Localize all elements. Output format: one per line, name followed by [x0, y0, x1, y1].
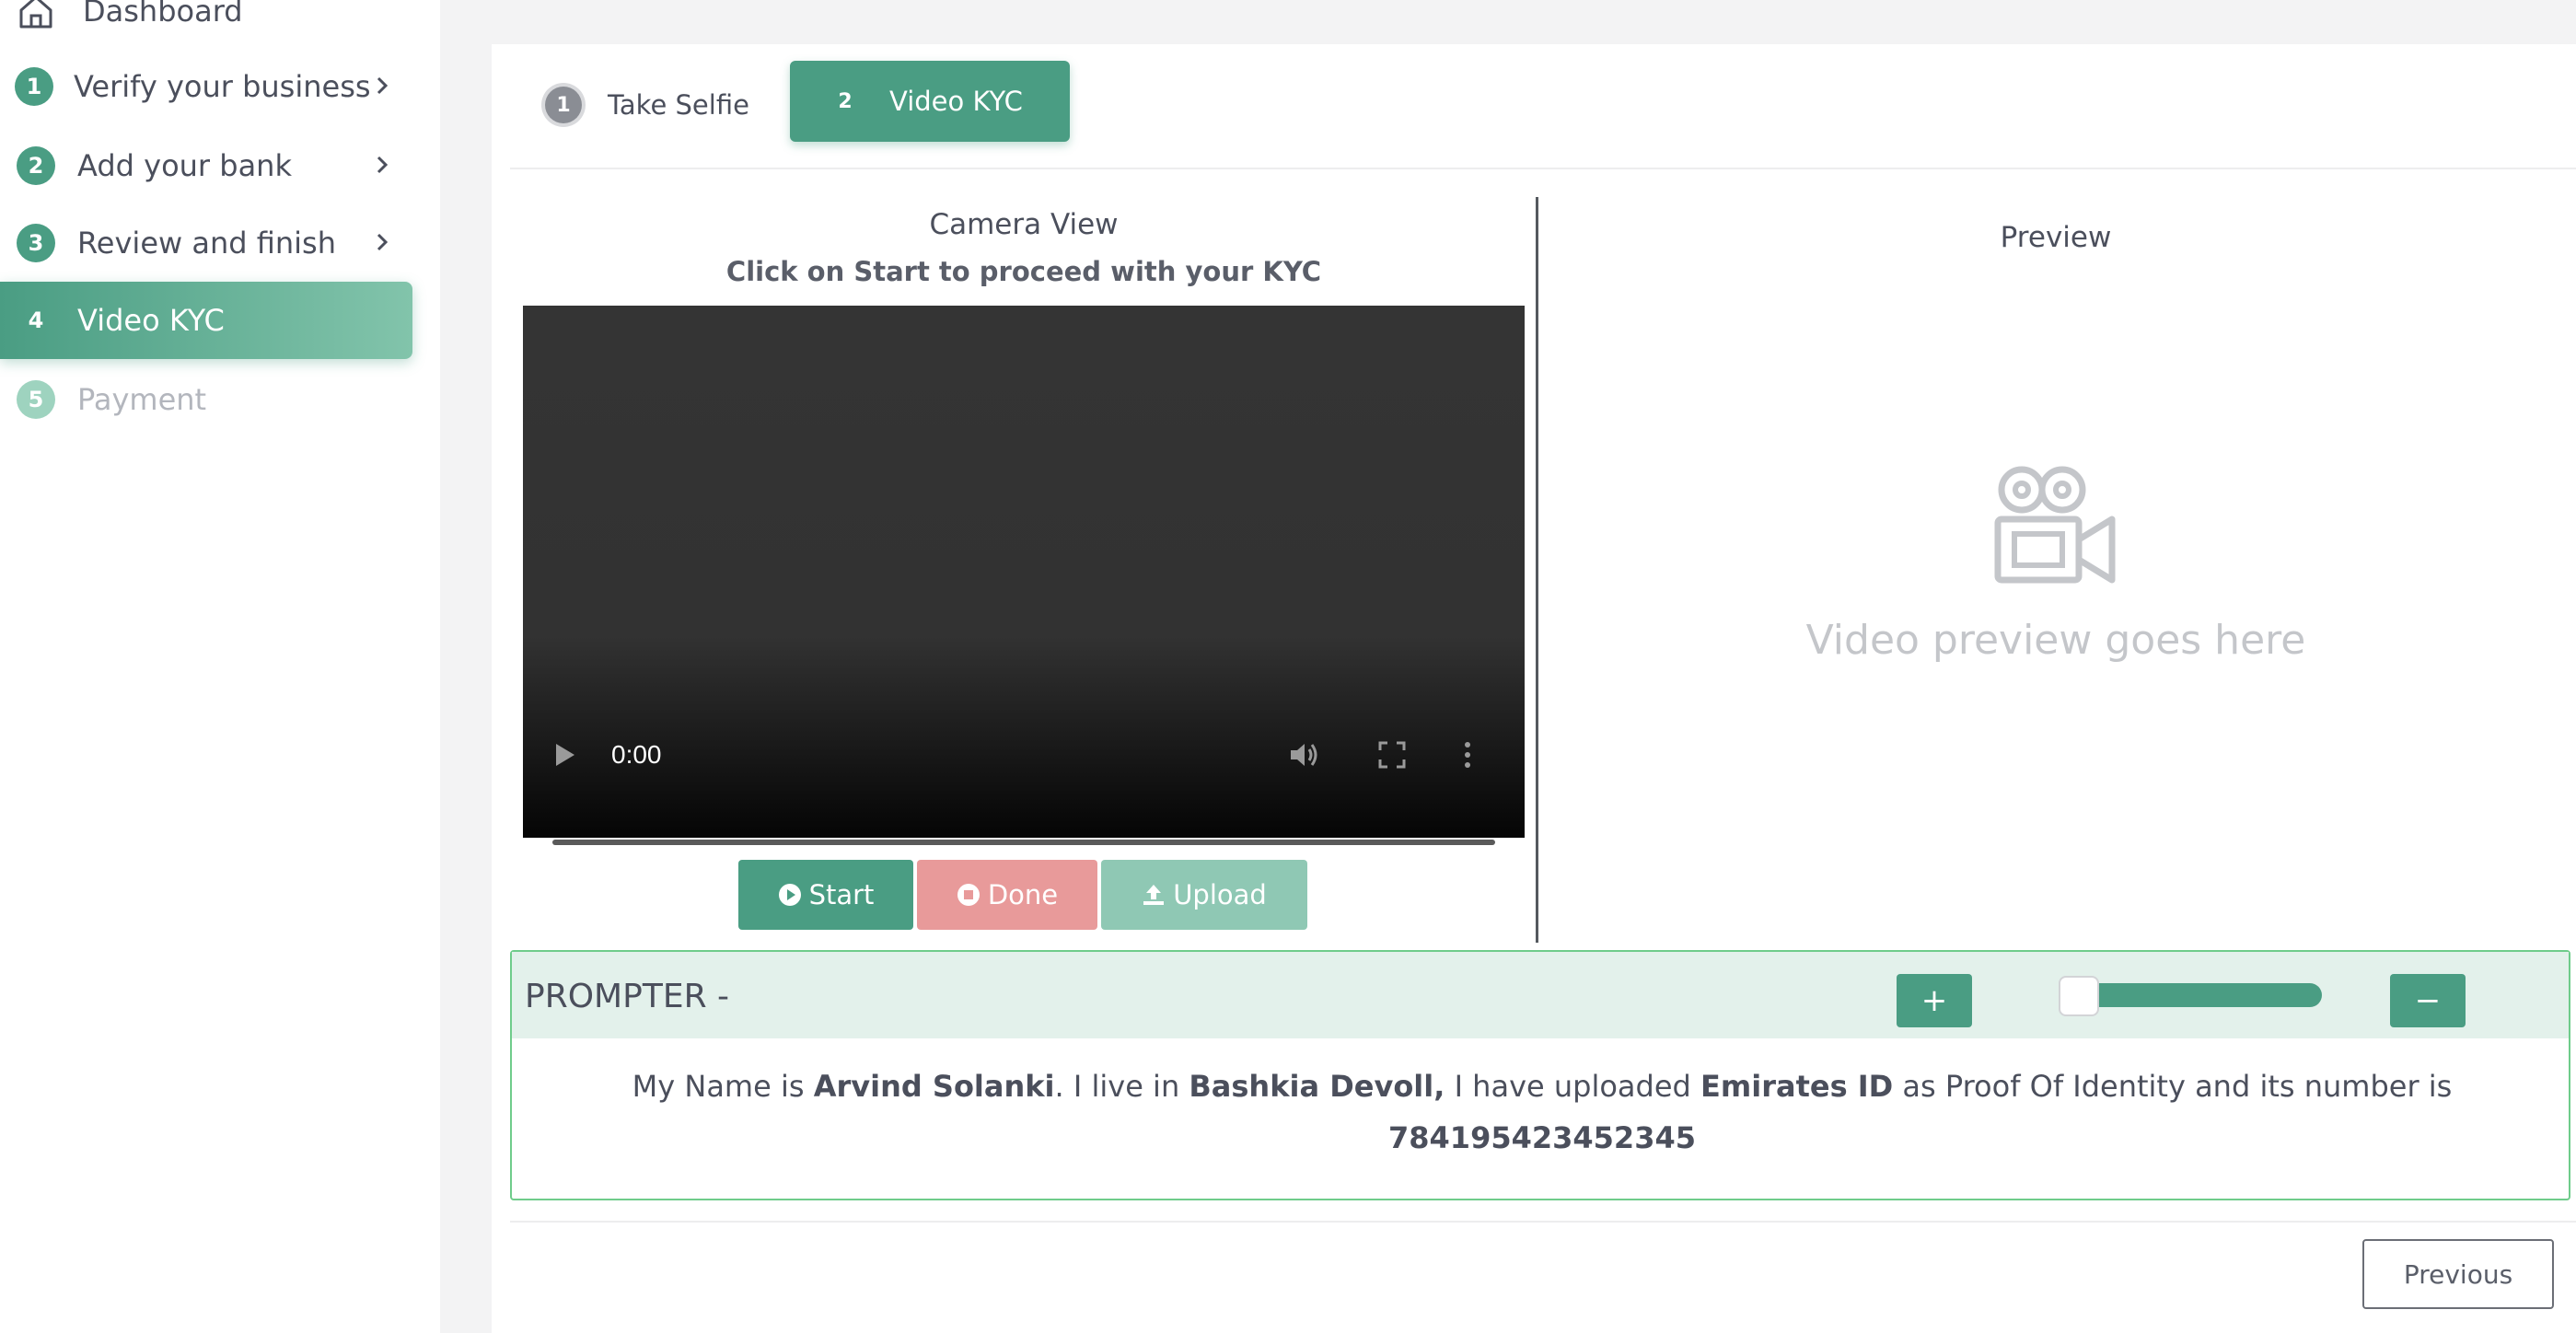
camera-view-title: Camera View [929, 208, 1119, 241]
sidebar-item-label: Add your bank [77, 148, 292, 183]
home-icon [19, 0, 52, 29]
tab-video-kyc[interactable]: 2 Video KYC [790, 61, 1070, 142]
prompter-increase-button[interactable]: + [1897, 974, 1972, 1027]
sidebar-item-dashboard[interactable]: Dashboard [0, 0, 412, 50]
upload-icon [1143, 885, 1165, 905]
step-number: 1 [15, 67, 53, 106]
prompter-text: I have uploaded [1445, 1069, 1701, 1104]
volume-icon[interactable] [1287, 738, 1320, 771]
footer-divider [510, 1221, 2576, 1223]
fullscreen-icon[interactable] [1377, 740, 1407, 770]
tabs-divider [510, 168, 2576, 169]
prompter-id-number: 784195423452345 [1388, 1120, 1696, 1155]
sidebar-item-label: Payment [77, 382, 207, 417]
step-number: 3 [17, 224, 55, 262]
tab-number: 1 [545, 87, 582, 123]
prompter-text: . I live in [1054, 1069, 1189, 1104]
video-progress-bar[interactable] [552, 840, 1495, 845]
prompter-document: Emirates ID [1700, 1069, 1894, 1104]
done-button-label: Done [987, 879, 1059, 910]
prompter-title: PROMPTER - [525, 978, 730, 1015]
preview-placeholder: Video preview goes here [1805, 617, 2306, 664]
sidebar: Dashboard 1 Verify your business 2 Add y… [0, 0, 440, 1333]
tab-number: 2 [838, 89, 853, 113]
sidebar-item-label: Review and finish [77, 226, 336, 261]
panel-divider [1536, 197, 1538, 943]
done-button[interactable]: Done [917, 860, 1097, 930]
upload-button-label: Upload [1173, 879, 1267, 910]
video-time: 0:00 [611, 740, 662, 769]
step-number: 2 [17, 146, 55, 185]
slider-thumb[interactable] [2059, 976, 2099, 1016]
start-button[interactable]: Start [738, 860, 913, 930]
chevron-right-icon [377, 156, 389, 174]
sidebar-item-review-finish[interactable]: 3 Review and finish [0, 204, 412, 282]
sidebar-item-verify-business[interactable]: 1 Verify your business [0, 48, 412, 125]
prompter-speed-slider[interactable] [2081, 983, 2322, 1007]
start-button-label: Start [808, 879, 875, 910]
sidebar-item-video-kyc[interactable]: 4 Video KYC [0, 282, 412, 359]
sidebar-item-label: Dashboard [83, 0, 243, 29]
preview-title: Preview [2000, 221, 2112, 254]
play-icon[interactable] [554, 742, 576, 768]
video-kyc-card: 1 Take Selfie 2 Video KYC Camera View Cl… [492, 44, 2576, 1333]
prompter-script: My Name is Arvind Solanki. I live in Bas… [567, 1061, 2517, 1164]
prompter-header: PROMPTER - + − [512, 952, 2569, 1038]
tab-take-selfie[interactable]: 1 Take Selfie [545, 64, 749, 145]
play-circle-icon [778, 884, 801, 906]
video-camera-icon [1994, 466, 2116, 584]
camera-instruction: Click on Start to proceed with your KYC [725, 256, 1322, 287]
step-number: 5 [17, 380, 55, 419]
sidebar-item-label: Verify your business [74, 69, 371, 104]
prompter-decrease-button[interactable]: − [2390, 974, 2466, 1027]
prompter-place: Bashkia Devoll, [1189, 1069, 1445, 1104]
prompter-text: as Proof Of Identity and its number is [1893, 1069, 2453, 1104]
sidebar-item-label: Video KYC [77, 303, 225, 338]
upload-button[interactable]: Upload [1101, 860, 1307, 930]
chevron-right-icon [377, 76, 389, 95]
chevron-right-icon [377, 233, 389, 251]
more-options-icon[interactable] [1462, 740, 1473, 770]
tab-label: Video KYC [889, 86, 1023, 117]
prompter-panel: PROMPTER - + − My Name is Arvind Solanki… [510, 950, 2570, 1200]
sidebar-item-add-bank[interactable]: 2 Add your bank [0, 127, 412, 204]
tab-label: Take Selfie [608, 89, 749, 121]
sidebar-item-payment[interactable]: 5 Payment [0, 361, 412, 438]
prompter-name: Arvind Solanki [813, 1069, 1055, 1104]
camera-video-player[interactable]: 0:00 [523, 306, 1525, 845]
step-number: 4 [28, 307, 44, 333]
previous-button[interactable]: Previous [2362, 1239, 2554, 1309]
prompter-text: My Name is [632, 1069, 814, 1104]
stop-circle-icon [957, 884, 980, 906]
